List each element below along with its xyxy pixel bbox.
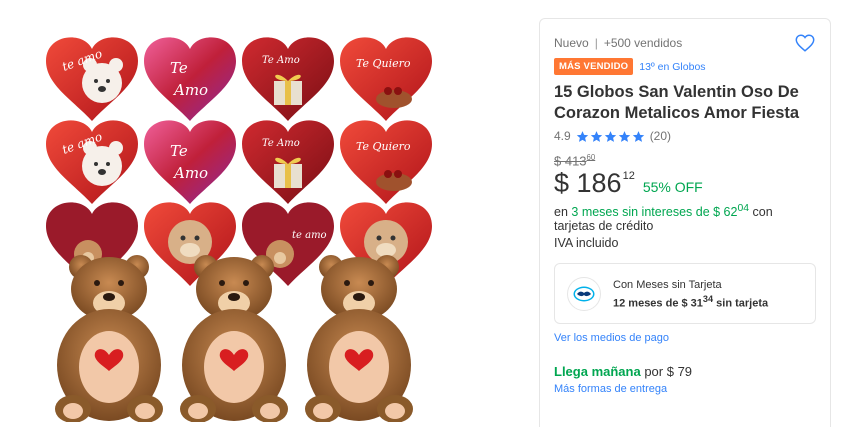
svg-text:te amo: te amo: [292, 230, 327, 241]
svg-text:Te: Te: [170, 142, 188, 160]
payment-methods-link[interactable]: Ver los medios de pago: [554, 332, 816, 344]
sold-count: +500 vendidos: [603, 36, 683, 50]
meses-sin-tarjeta-card[interactable]: Con Meses sin Tarjeta 12 meses de $ 3134…: [554, 263, 816, 325]
msi-title: Con Meses sin Tarjeta: [613, 278, 722, 291]
current-price-value: $ 186: [554, 168, 622, 199]
buy-box: Nuevo | +500 vendidos MÁS VENDIDO 13º en G…: [539, 18, 831, 427]
msi-suffix: sin tarjeta: [716, 297, 769, 310]
condition-label: Nuevo: [554, 36, 589, 50]
best-seller-badge: MÁS VENDIDO: [554, 58, 634, 75]
star-icon: [590, 130, 602, 142]
mercado-pago-icon: [567, 276, 601, 311]
original-price-value: $ 413: [554, 153, 587, 169]
star-icon: [618, 130, 630, 142]
condition-row: Nuevo | +500 vendidos: [554, 32, 816, 54]
svg-text:Te Quiero: Te Quiero: [356, 140, 411, 153]
shipping-eta: Llega mañana: [554, 364, 641, 380]
original-price: $ 41360: [554, 153, 816, 168]
rating-stars: [576, 130, 645, 143]
svg-text:Te Amo: Te Amo: [262, 55, 300, 66]
installments-prefix: en: [554, 205, 568, 220]
svg-text:Te Quiero: Te Quiero: [356, 57, 411, 70]
more-shipping-link[interactable]: Más formas de entrega: [554, 383, 816, 395]
product-title: 15 Globos San Valentin Oso De Corazon Me…: [554, 83, 800, 122]
svg-text:Te Amo: Te Amo: [262, 138, 300, 149]
original-price-cents: 60: [586, 153, 596, 162]
shipping-row: Llega mañana por $ 79: [554, 364, 816, 379]
badge-row: MÁS VENDIDO 13º en Globos: [554, 58, 816, 75]
shipping-price: por $ 79: [644, 364, 693, 380]
msi-text: Con Meses sin Tarjeta 12 meses de $ 3134…: [613, 279, 768, 310]
star-icon: [576, 130, 588, 142]
star-icon: [632, 130, 644, 142]
installments-amount: 3 meses sin intereses de $ 62: [571, 205, 738, 220]
msi-subtitle: 12 meses de $ 3134 sin tarjeta: [613, 294, 768, 310]
iva-note: IVA incluido: [554, 236, 619, 251]
installments-cents: 04: [737, 203, 750, 215]
star-icon: [604, 130, 616, 142]
svg-text:Amo: Amo: [172, 164, 208, 182]
category-ranking-link[interactable]: 13º en Globos: [639, 61, 705, 73]
rating-value: 4.9: [554, 129, 571, 143]
current-price-cents: 12: [622, 170, 635, 183]
svg-text:Amo: Amo: [172, 81, 208, 99]
heart-outline-icon[interactable]: [794, 32, 816, 54]
separator: |: [594, 36, 598, 50]
installments-text: en 3 meses sin intereses de $ 6204 con t…: [554, 202, 816, 233]
balloons-illustration: te amo Te Amo Te Amo Te Quiero te amo Te…: [46, 37, 432, 422]
price-row: $ 18612 55% OFF: [554, 168, 816, 199]
condition-text: Nuevo | +500 vendidos: [554, 36, 682, 50]
reviews-count: (20): [649, 129, 672, 143]
current-price: $ 18612: [554, 168, 635, 199]
discount-label: 55% OFF: [642, 179, 703, 196]
product-image[interactable]: te amo Te Amo Te Amo Te Quiero te amo Te…: [44, 30, 436, 422]
msi-cents: 34: [702, 293, 714, 304]
installments-green: 3 meses sin intereses de $ 6204: [571, 203, 750, 220]
handshake-icon: [573, 286, 595, 302]
rating-row[interactable]: 4.9 (20): [554, 129, 816, 143]
msi-amount: 12 meses de $ 31: [613, 297, 703, 310]
svg-text:Te: Te: [170, 59, 188, 77]
